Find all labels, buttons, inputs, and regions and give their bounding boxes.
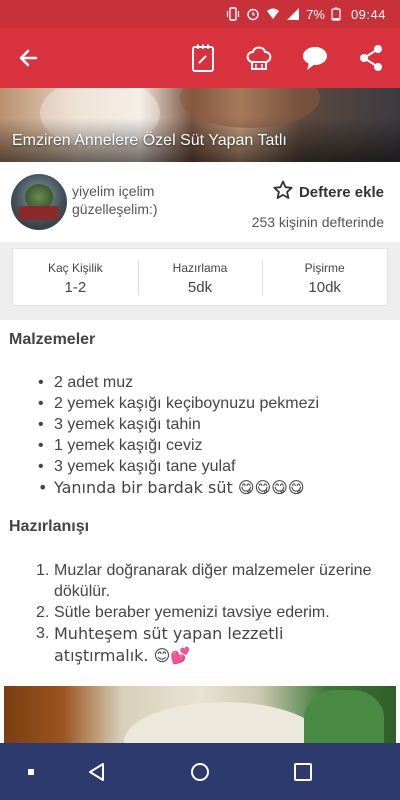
star-icon [273,180,293,204]
signal-icon [286,7,300,21]
battery-percent: 7% [306,6,325,22]
wifi-icon [266,7,280,21]
recents-dot-icon[interactable] [18,759,44,785]
recipe-photo[interactable] [4,686,396,746]
servings-label: Kaç Kişilik [47,261,103,275]
step-text: Sütle beraber yemenizi tavsiye ederim. [54,604,330,621]
step-item: 3. Muhteşem süt yapan lezzetli atıştırma… [36,623,376,667]
ingredients-title: Malzemeler [9,331,96,348]
recipe-info-section: Kaç Kişilik 1-2 Hazırlama 5dk Pişirme 10… [0,242,400,320]
ingredient-item: 3 yemek kaşığı tahin [38,414,319,435]
steps-list: 1. Muzlar doğranarak diğer malzemeler üz… [36,560,376,667]
author-avatar[interactable] [11,174,67,230]
status-time: 09:44 [350,6,386,22]
cook-time-value: 10dk [308,279,341,296]
photo-mug [304,690,384,746]
prep-time-value: 5dk [187,279,213,296]
step-number: 2. [36,604,50,621]
cook-time-cell: Pişirme 10dk [262,249,387,305]
prep-time-cell: Hazırlama 5dk [137,249,263,305]
servings-cell: Kaç Kişilik 1-2 [13,249,138,305]
steps-title: Hazırlanışı [9,518,90,535]
step-text: Muhteşem süt yapan lezzetli atıştırmalık… [54,624,284,665]
photo-cup [124,702,324,746]
ingredient-item: 2 adet muz [38,372,319,393]
recipe-note-icon[interactable] [184,40,222,76]
notebook-count: 253 kişinin defterinde [251,214,384,230]
recipe-title: Emziren Annelere Özel Süt Yapan Tatlı [12,132,287,149]
cook-time-label: Pişirme [304,261,345,275]
chef-hat-icon[interactable] [240,40,278,76]
add-to-notebook-button[interactable]: Deftere ekle [273,180,384,204]
back-arrow-icon[interactable] [14,44,44,72]
recipe-hero-image: Emziren Annelere Özel Süt Yapan Tatlı [0,88,400,162]
alarm-icon [246,7,260,21]
servings-value: 1-2 [64,279,87,296]
app-bar-actions [184,40,390,76]
step-item: 2. Sütle beraber yemenizi tavsiye ederim… [36,602,376,623]
step-number: 3. [36,625,50,642]
add-to-notebook-label: Deftere ekle [298,183,384,201]
ingredients-list: 2 adet muz 2 yemek kaşığı keçiboynuzu pe… [38,372,319,498]
author-row: yiyelim içelim güzelleşelim:) Deftere ek… [0,162,400,242]
nav-back-icon[interactable] [84,759,110,785]
recipe-info-box: Kaç Kişilik 1-2 Hazırlama 5dk Pişirme 10… [12,248,388,306]
status-bar: 7% 09:44 [0,0,400,28]
step-item: 1. Muzlar doğranarak diğer malzemeler üz… [36,560,376,602]
author-name[interactable]: yiyelim içelim güzelleşelim:) [72,182,192,218]
system-nav-bar [0,743,400,800]
nav-overview-icon[interactable] [290,759,316,785]
prep-time-label: Hazırlama [172,261,228,275]
step-text: Muzlar doğranarak diğer malzemeler üzeri… [54,562,372,600]
avatar-pot [19,206,59,220]
vibrate-icon [226,7,240,21]
ingredient-item: 1 yemek kaşığı ceviz [38,435,319,456]
chat-bubble-icon[interactable] [296,40,334,76]
app-bar [0,28,400,88]
nav-home-icon[interactable] [187,759,213,785]
step-number: 1. [36,562,50,579]
ingredient-item: 3 yemek kaşığı tane yulaf [38,456,319,477]
ingredient-item: 2 yemek kaşığı keçiboynuzu pekmezi [38,393,319,414]
ingredient-item: Yanında bir bardak süt 😋😋😋😋 [38,477,319,498]
battery-icon [331,7,345,21]
share-icon[interactable] [352,40,390,76]
